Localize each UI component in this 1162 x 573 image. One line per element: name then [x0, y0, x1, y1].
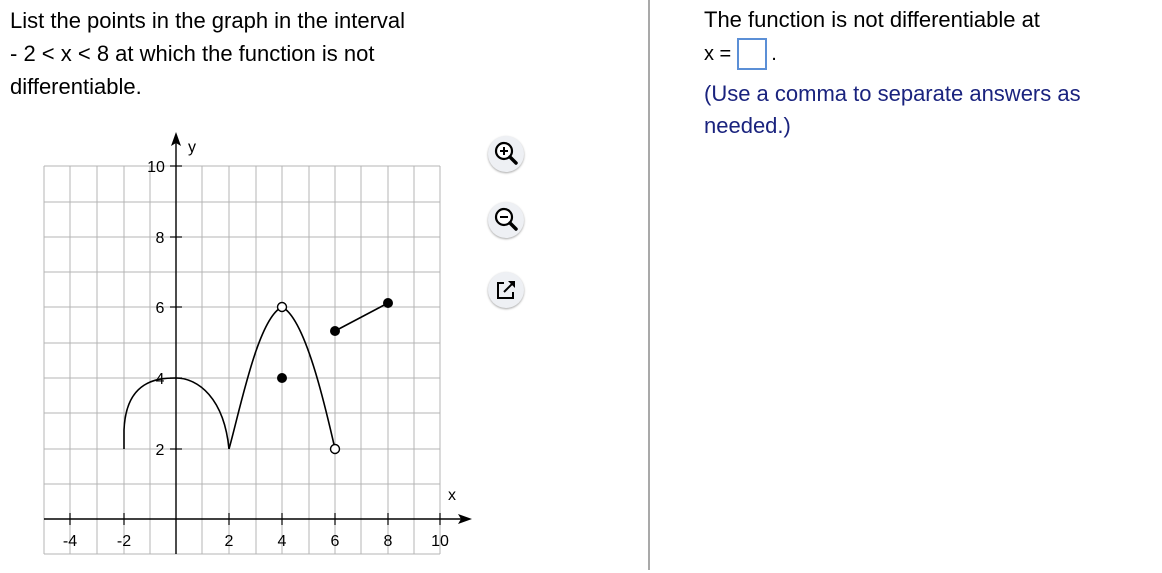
- x-tick-label: -4: [63, 533, 77, 550]
- closed-point: [330, 326, 340, 336]
- zoom-in-button[interactable]: [488, 136, 524, 172]
- popout-graph-button[interactable]: [488, 272, 524, 308]
- zoom-out-icon: [494, 207, 518, 231]
- y-tick-label: 8: [156, 230, 165, 247]
- open-point: [329, 443, 341, 455]
- answer-prompt: The function is not differentiable at: [704, 7, 1040, 32]
- y-axis-label: y: [188, 139, 196, 156]
- answer-panel: The function is not differentiable at x …: [704, 4, 1154, 142]
- question-line-1: List the points in the graph in the inte…: [10, 8, 406, 33]
- x-tick-label: 6: [331, 533, 340, 550]
- x-equals-label: x =: [704, 43, 732, 65]
- answer-period: .: [771, 43, 777, 65]
- closed-point: [277, 373, 287, 383]
- open-point: [276, 301, 288, 313]
- x-tick-label: 4: [278, 533, 287, 550]
- x-axis-label: x: [448, 487, 456, 504]
- zoom-in-icon: [494, 141, 518, 165]
- x-tick-label: 8: [384, 533, 393, 550]
- x-tick-label: 10: [431, 533, 449, 550]
- closed-point: [383, 298, 393, 308]
- x-tick-label: 2: [225, 533, 234, 550]
- panel-divider: [648, 0, 650, 570]
- tick-marks: [69, 165, 441, 525]
- function-graph: -4 -2 2 4 6 8 10 2 4 6 8 10 x y: [0, 128, 480, 568]
- question-line-2: - 2 < x < 8 at which the function is not: [10, 41, 375, 66]
- graph-svg: -4 -2 2 4 6 8 10 2 4 6 8 10 x y: [43, 132, 472, 555]
- question-text: List the points in the graph in the inte…: [10, 4, 490, 103]
- answer-input[interactable]: [737, 38, 768, 70]
- y-tick-label: 10: [147, 159, 165, 176]
- y-tick-label: 6: [156, 300, 165, 317]
- answer-hint: (Use a comma to separate answers as need…: [704, 81, 1081, 138]
- grid: [43, 165, 441, 555]
- question-line-3: differentiable.: [10, 74, 142, 99]
- external-window-icon: [497, 281, 515, 299]
- x-tick-label: -2: [117, 533, 131, 550]
- y-tick-label: 2: [156, 442, 165, 459]
- answer-line: x = .: [704, 38, 1154, 70]
- zoom-out-button[interactable]: [488, 202, 524, 238]
